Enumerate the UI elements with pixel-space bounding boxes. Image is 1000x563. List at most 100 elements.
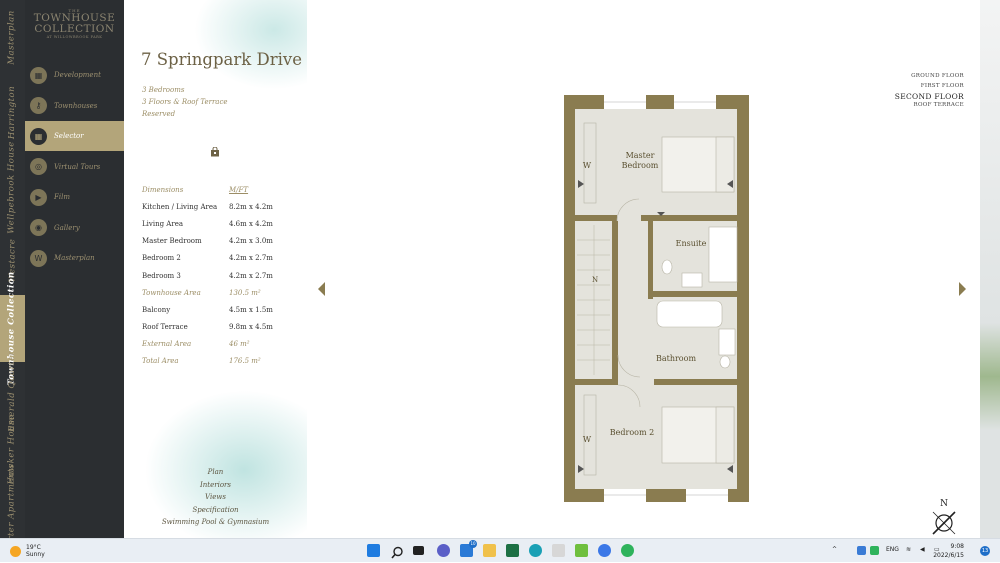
watercolor-wash [194,0,307,90]
compass-north-label: N [940,499,948,509]
dimension-name: Living Area [142,220,184,229]
menu-item-label: Townhouses [54,101,98,110]
task-view-icon[interactable] [413,546,424,555]
previous-arrow-icon[interactable] [318,282,325,296]
dimension-name: Total Area [142,357,179,365]
weather-condition: Sunny [26,551,45,558]
rail-item-label: Masterplan [7,10,18,65]
chevron-up-icon[interactable]: ^ [832,546,837,553]
file-explorer-icon[interactable] [483,544,496,557]
dimension-name: Kitchen / Living Area [142,203,218,212]
app-window: Masterplan Harrington Wellpebrook House Wes… [0,0,1000,553]
dimension-name: Townhouse Area [142,288,201,297]
rail-item-label: Wellpebrook House [7,141,18,234]
menu-item[interactable]: ▦ Selector [25,121,124,151]
app-icon[interactable] [575,544,588,557]
dimension-value: 46 m² [229,339,250,348]
property-title: 7 Springpark Drive [141,50,302,69]
dimension-value: 4.2m x 2.7m [229,254,273,263]
start-icon[interactable] [367,544,380,557]
dimension-value: 8.2m x 4.2m [229,203,273,212]
floor-option[interactable]: GROUND FLOOR [895,73,964,83]
rail-item[interactable]: Harrington [0,75,25,150]
excel-icon[interactable] [506,544,519,557]
sun-icon [10,545,21,557]
wardrobe-label: W [582,161,592,170]
floors-text: 3 Floors & Roof Terrace [142,98,228,106]
property-info-panel: 7 Springpark Drive 3 Bedrooms 3 Floors &… [124,0,307,538]
floorplan-view: GROUND FLOOR FIRST FLOOR SECOND FLOOR ROOF … [307,0,980,538]
menu-item-label: Development [54,71,101,79]
rail-item[interactable]: Masterplan [0,0,25,75]
dimension-name: Roof Terrace [142,322,188,331]
menu-item[interactable]: ◉ Gallery [25,213,124,243]
room-label-ensuite: Ensuite [675,239,707,248]
wifi-icon[interactable]: ≋ [906,546,911,553]
floor-option[interactable]: FIRST FLOOR [895,83,964,93]
app-icon[interactable] [552,544,565,557]
next-arrow-icon[interactable] [959,282,966,296]
menu-item-label: Film [54,193,70,201]
rail-item[interactable]: Darter Apartments [0,463,25,553]
dimension-value: 4.6m x 4.2m [229,220,273,229]
windows-taskbar: 19°C Sunny 10 ^ ENG ≋ ◀ ▭ 9:08 2022/6/15… [0,538,1000,562]
menu-item-label: Virtual Tours [54,162,101,171]
key-icon: ⚷ [30,97,47,114]
menu-item-label: Gallery [54,223,80,232]
search-icon[interactable] [391,544,404,559]
clock-time: 9:08 [950,543,964,550]
mail-icon[interactable]: 10 [460,540,477,557]
townhouse-collection-logo: THE TOWNHOUSE COLLECTION AT WILLOWBROOK … [25,8,124,39]
dimension-name: Balcony [142,305,171,314]
rail-item[interactable]: Emerald Quarter [0,351,25,432]
tray-app-icon[interactable] [857,546,866,555]
info-link[interactable]: Specification [124,506,307,519]
floor-option[interactable]: SECOND FLOOR [895,92,964,102]
info-link[interactable]: Swimming Pool & Gymnasium [124,518,307,531]
dimension-name: Master Bedroom [142,237,202,246]
info-link[interactable]: Views [124,493,307,506]
development-rail: Masterplan Harrington Wellpebrook House Wes… [0,0,25,553]
menu-item-label: Selector [54,132,84,140]
dimension-name: Bedroom 3 [142,271,181,280]
chrome-icon[interactable] [598,544,611,557]
bedrooms-text: 3 Bedrooms [142,86,185,94]
floor-selector: GROUND FLOOR FIRST FLOOR SECOND FLOOR ROOF … [895,73,964,111]
app-icon[interactable] [621,544,634,557]
logo-line-3: COLLECTION [34,23,115,35]
w-icon: W [30,249,47,267]
camera-icon: ◉ [30,219,47,236]
play-icon: ▶ [30,188,47,206]
room-label-bathroom: Bathroom [655,354,697,363]
dimension-value: 4.2m x 2.7m [229,271,273,280]
info-links: Plan Interiors Views Specification Swimming … [124,468,307,531]
menu-item-label: Masterplan [54,254,95,262]
menu-item[interactable]: ⚷ Townhouses [25,91,124,121]
edge-icon[interactable] [529,544,542,557]
volume-icon[interactable]: ◀ [920,546,925,553]
clock-date: 2022/6/15 [933,552,964,559]
weather-widget[interactable]: 19°C Sunny [10,544,45,558]
info-link[interactable]: Plan [124,468,307,481]
floor-option[interactable]: ROOF TERRACE [895,102,964,112]
tray-app-icon[interactable] [870,546,879,555]
info-link[interactable]: Interiors [124,481,307,494]
floor-plan: Master Bedroom Ensuite Bathroom Bedroom … [564,95,749,502]
status-text: Reserved [142,110,176,118]
mail-badge: 10 [469,540,477,548]
menu-item[interactable]: ▦ Development [25,60,124,90]
notification-badge[interactable]: 13 [980,546,990,556]
shopping-bag-icon[interactable] [210,146,220,157]
room-label-bedroom-2: Bedroom 2 [609,428,655,437]
menu-item[interactable]: ◎ Virtual Tours [25,152,124,182]
rail-item-label: Harrington [7,85,17,140]
rail-item[interactable]: Wellpebrook House [0,141,25,233]
system-clock[interactable]: 9:08 2022/6/15 [933,542,964,560]
dimension-value: 9.8m x 4.5m [229,322,273,331]
dimension-value: 176.5 m² [229,357,261,365]
chat-icon[interactable] [437,544,450,557]
language-indicator[interactable]: ENG [886,546,899,553]
menu-item[interactable]: ▶ Film [25,182,124,212]
room-label-master-bedroom: Master Bedroom [621,151,659,170]
menu-item[interactable]: W Masterplan [25,243,124,273]
